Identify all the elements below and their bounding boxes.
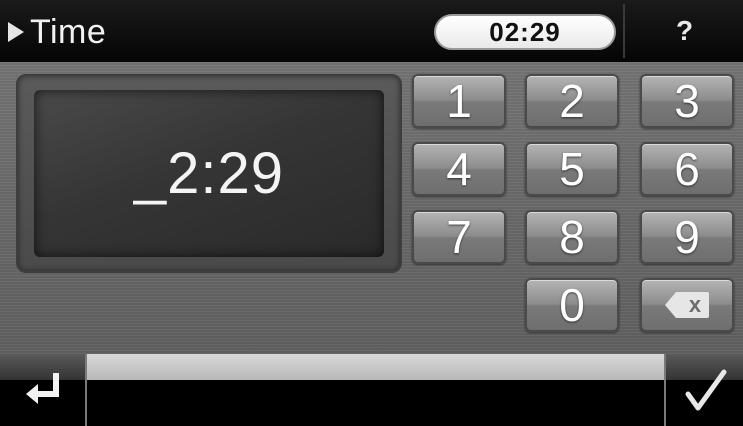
bottom-bar: [0, 354, 743, 426]
title-arrow-icon: [8, 22, 24, 42]
key-6[interactable]: 6: [640, 142, 734, 196]
key-9[interactable]: 9: [640, 210, 734, 264]
clock-display: 02:29: [434, 14, 616, 50]
header-divider: [623, 4, 625, 58]
backspace-icon-x: x: [688, 292, 702, 317]
key-5[interactable]: 5: [525, 142, 619, 196]
footer-highlight: [0, 354, 743, 380]
key-0[interactable]: 0: [525, 278, 619, 332]
return-arrow-icon: [26, 373, 59, 404]
footer-divider-left: [85, 354, 87, 426]
confirm-button[interactable]: [666, 354, 743, 426]
page-title-group: Time: [8, 12, 106, 52]
time-input-display: _2:29: [34, 90, 384, 257]
backspace-button[interactable]: x: [640, 278, 734, 332]
page-title: Time: [30, 12, 107, 51]
key-8[interactable]: 8: [525, 210, 619, 264]
key-7[interactable]: 7: [412, 210, 506, 264]
help-button[interactable]: ?: [626, 4, 743, 58]
back-button[interactable]: [0, 354, 85, 426]
key-3[interactable]: 3: [640, 74, 734, 128]
title-bar: Time 02:29 ?: [0, 0, 743, 62]
key-4[interactable]: 4: [412, 142, 506, 196]
time-entry-panel: _2:29 1 2 3 4 5 6 7 8 9 0 x: [0, 62, 743, 354]
backspace-icon: x: [665, 292, 709, 318]
key-1[interactable]: 1: [412, 74, 506, 128]
key-2[interactable]: 2: [525, 74, 619, 128]
time-display-frame: _2:29: [16, 74, 402, 273]
checkmark-icon: [685, 369, 727, 411]
